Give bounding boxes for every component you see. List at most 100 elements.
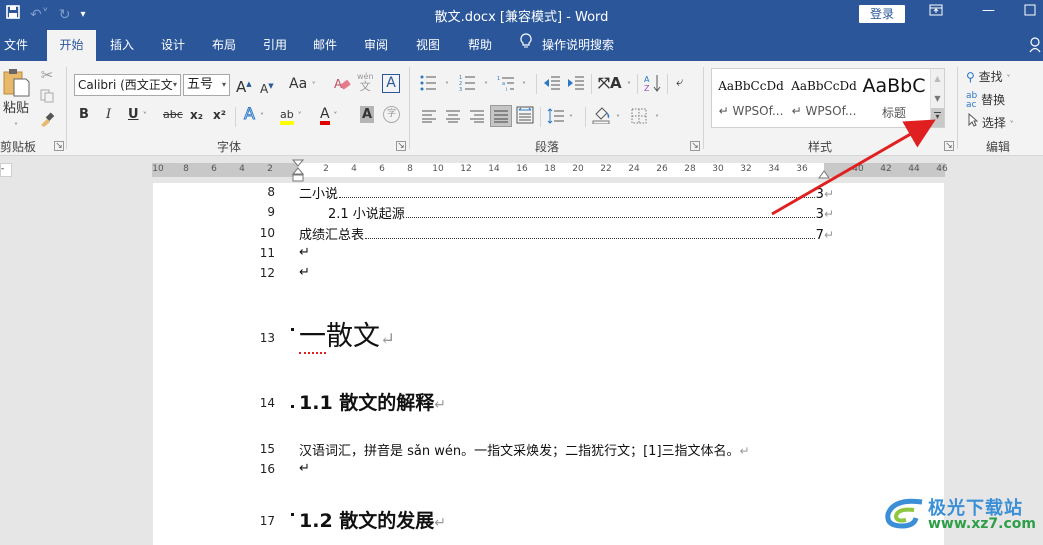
gallery-scroll-up-icon[interactable]: ▲ <box>930 69 944 89</box>
tab-layout[interactable]: 布局 <box>206 30 242 61</box>
show-formatting-marks-button[interactable]: ⤶ <box>676 74 683 92</box>
style-item[interactable]: AaBbCcDd ↵ WPSOf... <box>788 69 860 127</box>
shrink-font-button[interactable]: A▼ <box>260 77 274 98</box>
highlight-button[interactable]: ab ˅ <box>280 105 302 125</box>
borders-icon[interactable] <box>631 108 647 124</box>
tell-me-search[interactable]: 操作说明搜索 <box>520 30 614 61</box>
underline-button[interactable]: U ˅ <box>128 106 147 125</box>
font-name-combo[interactable]: Calibri (西文正文 ▾ <box>74 74 181 96</box>
horizontal-ruler[interactable]: 10 8 6 4 2 2 4 6 8 10 12 14 16 18 20 22 24 26 28 30 32 34 36 40… <box>152 159 948 182</box>
chevron-down-icon[interactable]: ˅ <box>616 110 620 128</box>
paragraph-launcher-icon[interactable]: ↘ <box>690 141 700 151</box>
heading-1[interactable]: 一散文↵ <box>299 314 395 354</box>
enclose-characters-button[interactable]: 字 <box>383 106 400 123</box>
chevron-down-icon[interactable]: ˅ <box>522 77 526 95</box>
format-painter-button[interactable] <box>39 111 55 132</box>
replace-button[interactable]: ab ac 替换 <box>966 91 1005 110</box>
toc-entry-title: 2.1 小说起源 <box>328 207 405 222</box>
styles-launcher-icon[interactable]: ↘ <box>944 141 954 151</box>
increase-indent-icon[interactable] <box>567 75 585 91</box>
style-item[interactable]: AaBbCcDd ↵ WPSOf... <box>715 69 787 127</box>
tab-insert[interactable]: 插入 <box>104 30 140 61</box>
distributed-icon[interactable] <box>516 106 534 124</box>
toc-entry-page: 3 <box>815 187 824 202</box>
enclose-characters-icon: 字 <box>386 109 396 119</box>
chevron-down-icon[interactable]: ˅ <box>569 110 573 128</box>
clear-formatting-button[interactable]: A <box>333 75 351 98</box>
body-paragraph[interactable]: 汉语词汇，拼音是 sǎn wén。一指文采焕发；二指犹行文；[1]三指文体名。↵ <box>299 440 750 459</box>
find-button[interactable]: ⚲ 查找 ˅ <box>966 68 1010 88</box>
chevron-down-icon[interactable]: ˅ <box>484 77 488 95</box>
strikethrough-button[interactable]: abc <box>163 106 183 124</box>
subscript-button[interactable]: x₂ <box>190 106 203 124</box>
bullets-icon[interactable] <box>420 75 440 91</box>
gallery-more-icon[interactable]: ▾ <box>930 108 944 127</box>
minimize-icon[interactable]: — <box>982 3 995 18</box>
toc-entry-page: 3 <box>815 207 824 222</box>
superscript-button[interactable]: x² <box>213 106 226 124</box>
character-border-button[interactable]: A <box>382 74 400 93</box>
cut-button[interactable]: ✂ <box>39 66 55 85</box>
tab-review[interactable]: 审阅 <box>358 30 394 61</box>
tab-home[interactable]: 开始 <box>47 30 96 61</box>
account-icon[interactable] <box>1029 37 1041 57</box>
character-shading-button[interactable]: A <box>360 106 374 123</box>
copy-button[interactable] <box>39 89 55 108</box>
italic-button[interactable]: I <box>106 106 111 124</box>
document-page[interactable]: 8 二小说 3 ↵ 9 2.1 小说起源 3 ↵ 10 成绩汇总表 7 ↵ 11 ↵ 12 … <box>153 183 944 545</box>
spelling-error-word[interactable]: 一 <box>299 321 326 354</box>
align-center-icon[interactable] <box>445 109 461 123</box>
heading-2[interactable]: 1.1 散文的解释↵ <box>299 388 446 415</box>
align-left-icon[interactable] <box>421 109 437 123</box>
toc-entry[interactable]: 成绩汇总表 7 ↵ <box>299 224 834 243</box>
ruler-tick-label: 2 <box>323 164 329 174</box>
tab-references[interactable]: 引用 <box>257 30 293 61</box>
ribbon-display-options-icon[interactable] <box>929 4 943 20</box>
tab-view[interactable]: 视图 <box>410 30 446 61</box>
login-button[interactable]: 登录 <box>859 5 905 23</box>
shading-icon[interactable] <box>592 106 612 124</box>
tab-selector[interactable]: - <box>0 163 12 177</box>
multilevel-list-icon[interactable]: 1ai <box>497 75 519 91</box>
chevron-down-icon[interactable]: ˅ <box>445 77 449 95</box>
first-line-indent-marker[interactable] <box>291 159 305 186</box>
divider <box>235 107 236 127</box>
tab-design[interactable]: 设计 <box>155 30 191 61</box>
decrease-indent-icon[interactable] <box>543 75 561 91</box>
ruler-tick-label: 8 <box>407 164 413 174</box>
title-bar: ↶˅ ↻ ▾ 散文.docx [兼容模式] - Word 登录 — <box>0 0 1043 30</box>
select-button[interactable]: 选择 ˅ <box>968 112 1014 134</box>
font-size-combo[interactable]: 五号 ▾ <box>183 74 230 96</box>
sort-icon[interactable]: AZ <box>644 73 662 93</box>
text-effects-button[interactable]: A ˅ <box>244 104 265 126</box>
font-color-button[interactable]: A ˅ <box>320 105 337 125</box>
right-indent-marker[interactable] <box>818 169 830 182</box>
style-sample: AaBbC <box>862 75 926 97</box>
style-item[interactable]: AaBbC 标题 <box>858 69 930 127</box>
numbering-icon[interactable]: 123 <box>459 75 479 91</box>
clipboard-launcher-icon[interactable]: ↘ <box>54 141 64 151</box>
paste-button[interactable]: 粘贴 ˅ <box>0 67 32 131</box>
change-case-button[interactable]: Aa ˅ <box>289 75 316 95</box>
align-right-icon[interactable] <box>469 109 485 123</box>
chinese-layout-button[interactable]: ⤧A ˅ <box>598 74 631 95</box>
tab-help[interactable]: 帮助 <box>462 30 498 61</box>
bold-button[interactable]: B <box>79 106 89 124</box>
line-spacing-icon[interactable] <box>547 107 565 125</box>
svg-text:a: a <box>502 81 505 87</box>
grow-font-button[interactable]: A▲ <box>236 75 252 96</box>
tab-mailings[interactable]: 邮件 <box>307 30 343 61</box>
font-launcher-icon[interactable]: ↘ <box>396 141 406 151</box>
justify-button[interactable] <box>490 105 512 127</box>
toc-entry[interactable]: 2.1 小说起源 3 ↵ <box>328 203 834 222</box>
ruler-tick-label: 32 <box>740 164 752 174</box>
maximize-icon[interactable] <box>1024 4 1036 20</box>
style-name: ↵ WPSOf... <box>791 104 857 118</box>
gallery-scroll-down-icon[interactable]: ▼ <box>930 89 944 108</box>
toc-entry[interactable]: 二小说 3 ↵ <box>299 183 834 202</box>
tab-file[interactable]: 文件 <box>0 30 32 61</box>
heading-2[interactable]: 1.2 散文的发展↵ <box>299 506 446 533</box>
style-name: ↵ WPSOf... <box>718 104 784 118</box>
phonetic-guide-button[interactable]: wén 文 <box>357 72 374 92</box>
chevron-down-icon[interactable]: ˅ <box>655 110 659 128</box>
